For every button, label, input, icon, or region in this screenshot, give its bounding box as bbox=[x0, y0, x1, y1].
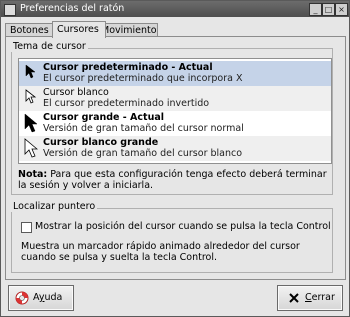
locate-pointer-title: Localizar puntero bbox=[11, 201, 98, 212]
lifebuoy-help-icon bbox=[15, 291, 29, 305]
cursor-description: Versión de gran tamaño del cursor normal bbox=[43, 123, 244, 134]
locate-pointer-checkbox[interactable] bbox=[21, 222, 32, 233]
close-label: Cerrar bbox=[305, 292, 335, 303]
cursor-description: El cursor predeterminado que incorpora X bbox=[43, 73, 243, 84]
session-note: Nota: Para que esta configuración tenga … bbox=[18, 169, 330, 191]
cursor-theme-title: Tema de cursor bbox=[11, 41, 88, 52]
help-label: Ayuda bbox=[33, 292, 63, 303]
arrow-cursor-white-small-icon bbox=[25, 89, 37, 104]
locate-pointer-description: Muestra un marcador rápido animado alred… bbox=[21, 241, 300, 263]
cursor-theme-list[interactable]: Cursor predeterminado - Actual El cursor… bbox=[18, 58, 332, 164]
window-title: Preferencias del ratón bbox=[20, 3, 125, 14]
window-menu-icon[interactable] bbox=[4, 4, 16, 16]
arrow-cursor-black-small-icon bbox=[25, 64, 36, 79]
close-x-icon bbox=[289, 293, 299, 303]
list-item[interactable]: Cursor grande - Actual Versión de gran t… bbox=[19, 111, 331, 136]
list-item[interactable]: Cursor predeterminado - Actual El cursor… bbox=[19, 61, 331, 86]
cursor-description: El cursor predeterminado invertido bbox=[43, 98, 210, 109]
title-bar[interactable]: Preferencias del ratón _ □ × bbox=[1, 1, 349, 17]
cursor-name: Cursor grande - Actual bbox=[43, 112, 165, 123]
list-item[interactable]: Cursor blanco El cursor predeterminado i… bbox=[19, 86, 331, 111]
cursor-description: Versión de gran tamaño del cursor blanco bbox=[43, 148, 243, 159]
note-text: Para que esta configuración tenga efecto… bbox=[18, 169, 327, 191]
arrow-cursor-black-large-icon bbox=[24, 113, 38, 133]
close-window-button[interactable]: × bbox=[335, 3, 348, 16]
mouse-preferences-window: Preferencias del ratón _ □ × Botones Cur… bbox=[0, 0, 350, 317]
tab-botones[interactable]: Botones bbox=[5, 23, 57, 37]
note-label: Nota: bbox=[18, 169, 48, 180]
cursor-name: Cursor blanco bbox=[43, 87, 109, 98]
arrow-cursor-white-large-icon bbox=[24, 138, 38, 158]
minimize-button[interactable]: _ bbox=[309, 3, 322, 16]
cursor-name: Cursor blanco grande bbox=[43, 137, 159, 148]
maximize-button[interactable]: □ bbox=[322, 3, 335, 16]
list-item[interactable]: Cursor blanco grande Versión de gran tam… bbox=[19, 136, 331, 161]
cursor-name: Cursor predeterminado - Actual bbox=[43, 62, 213, 73]
tab-cursores[interactable]: Cursores bbox=[52, 21, 106, 38]
close-button[interactable]: Cerrar bbox=[277, 285, 343, 311]
help-button[interactable]: Ayuda bbox=[8, 285, 74, 311]
locate-pointer-checkbox-label[interactable]: Mostrar la posición del cursor cuando se… bbox=[35, 221, 331, 232]
